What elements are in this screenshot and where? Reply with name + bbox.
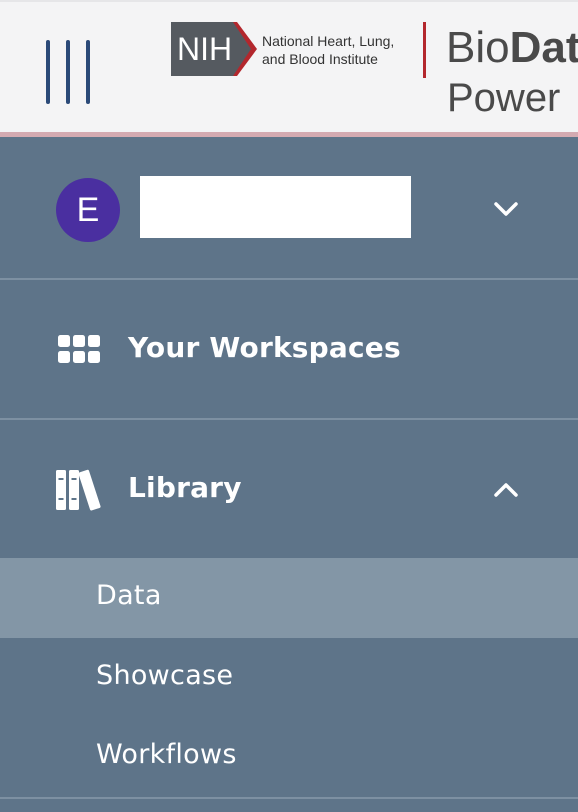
user-account-row[interactable]: E (0, 137, 578, 278)
nih-logo-badge: NIH (171, 22, 257, 76)
subitem-label: Workflows (96, 739, 237, 770)
library-subitem-showcase[interactable]: Showcase (0, 638, 578, 718)
menu-divider (0, 797, 578, 799)
sidebar-item-workspaces[interactable]: Your Workspaces (0, 280, 578, 418)
subitem-label: Data (96, 580, 162, 611)
nih-badge-text: NIH (177, 31, 232, 67)
brand-bold: Dat (509, 23, 578, 72)
logo-divider (423, 22, 426, 78)
brand-regular: Bio (446, 23, 510, 72)
sidebar-menu: E Your Workspaces Library Data Showcase … (0, 137, 578, 812)
nih-institute-name: National Heart, Lung, and Blood Institut… (262, 32, 394, 68)
brand-name-line-2: Power (447, 76, 561, 120)
sidebar-item-label: Your Workspaces (128, 331, 401, 364)
sidebar-item-library[interactable]: Library (0, 420, 578, 558)
chevron-up-icon[interactable] (494, 482, 518, 498)
hamburger-bar (66, 40, 70, 104)
grid-icon (58, 335, 100, 363)
sidebar-item-label: Library (128, 471, 242, 504)
library-subitem-data[interactable]: Data (0, 558, 578, 638)
library-books-icon (56, 469, 101, 511)
chevron-down-icon[interactable] (494, 201, 518, 217)
top-header: NIH National Heart, Lung, and Blood Inst… (0, 0, 578, 132)
user-name-box (140, 176, 411, 238)
hamburger-menu-button[interactable] (40, 40, 104, 108)
subitem-label: Showcase (96, 660, 234, 691)
library-subitem-workflows[interactable]: Workflows (0, 717, 578, 797)
nih-line-1: National Heart, Lung, (262, 33, 395, 49)
avatar[interactable]: E (56, 178, 120, 242)
nih-line-2: and Blood Institute (262, 51, 378, 67)
hamburger-bar (46, 40, 50, 104)
brand-name-line-1[interactable]: BioDat (446, 22, 578, 74)
hamburger-bar (86, 40, 90, 104)
